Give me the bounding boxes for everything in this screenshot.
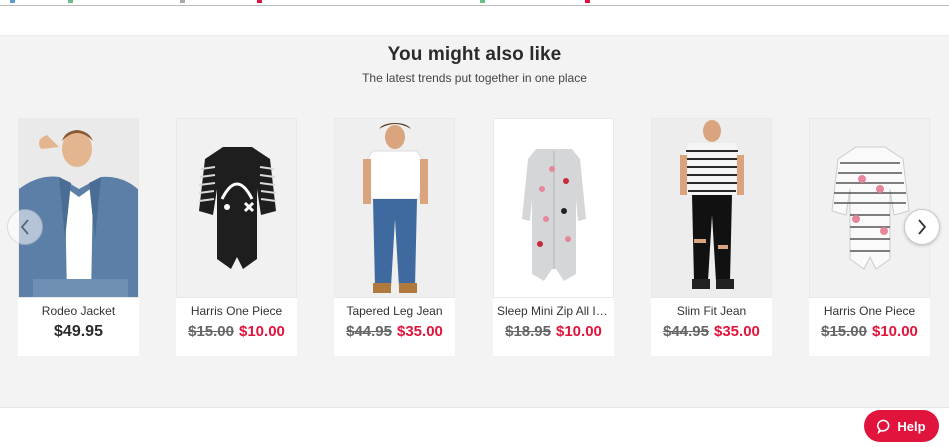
product-price: $15.00 $10.00 <box>809 323 930 340</box>
original-price: $15.00 <box>821 323 867 340</box>
original-price: $44.95 <box>346 323 392 340</box>
product-name[interactable]: Harris One Piece <box>176 304 297 318</box>
original-price: $18.95 <box>505 323 551 340</box>
product-card[interactable]: Harris One Piece $15.00 $10.00 <box>176 118 297 356</box>
tab-fragment <box>180 0 185 3</box>
section-subtitle: The latest trends put together in one pl… <box>362 71 587 85</box>
product-image[interactable] <box>176 118 297 298</box>
tab-fragment <box>257 0 262 3</box>
tab-fragment <box>585 0 590 3</box>
sale-price: $10.00 <box>239 323 285 340</box>
regular-price: $49.95 <box>54 323 103 340</box>
carousel-prev-button[interactable] <box>7 209 43 245</box>
product-name[interactable]: Tapered Leg Jean <box>334 304 455 318</box>
help-label: Help <box>897 418 926 434</box>
product-card[interactable]: Sleep Mini Zip All In ... $18.95 $10.00 <box>493 118 614 356</box>
carousel-next-button[interactable] <box>904 209 940 245</box>
chat-bubble-icon <box>877 419 890 434</box>
product-price: $15.00 $10.00 <box>176 323 297 340</box>
product-image[interactable] <box>651 118 772 298</box>
sale-price: $35.00 <box>397 323 443 340</box>
tab-fragment <box>68 0 73 3</box>
chevron-right-icon <box>918 219 927 235</box>
original-price: $15.00 <box>188 323 234 340</box>
tab-fragment <box>10 0 15 3</box>
product-name[interactable]: Slim Fit Jean <box>651 304 772 318</box>
sale-price: $10.00 <box>556 323 602 340</box>
help-button[interactable]: Help <box>864 410 939 442</box>
product-price: $18.95 $10.00 <box>493 323 614 340</box>
product-name[interactable]: Rodeo Jacket <box>18 304 139 318</box>
tab-fragment <box>480 0 485 3</box>
recommendations-section: You might also like The latest trends pu… <box>0 35 949 408</box>
section-title: You might also like <box>387 44 562 65</box>
sale-price: $35.00 <box>714 323 760 340</box>
product-price: $44.95 $35.00 <box>334 323 455 340</box>
product-image[interactable] <box>334 118 455 298</box>
product-image[interactable] <box>493 118 614 298</box>
original-price: $44.95 <box>663 323 709 340</box>
product-price: $49.95 <box>18 323 139 341</box>
product-image[interactable] <box>809 118 930 298</box>
product-card[interactable]: Tapered Leg Jean $44.95 $35.00 <box>334 118 455 356</box>
product-name[interactable]: Sleep Mini Zip All In ... <box>493 304 614 318</box>
product-price: $44.95 $35.00 <box>651 323 772 340</box>
product-name[interactable]: Harris One Piece <box>809 304 930 318</box>
product-image[interactable] <box>18 118 139 298</box>
chevron-left-icon <box>20 219 29 235</box>
sale-price: $10.00 <box>872 323 918 340</box>
product-card[interactable]: Slim Fit Jean $44.95 $35.00 <box>651 118 772 356</box>
browser-top-strip <box>0 0 949 6</box>
